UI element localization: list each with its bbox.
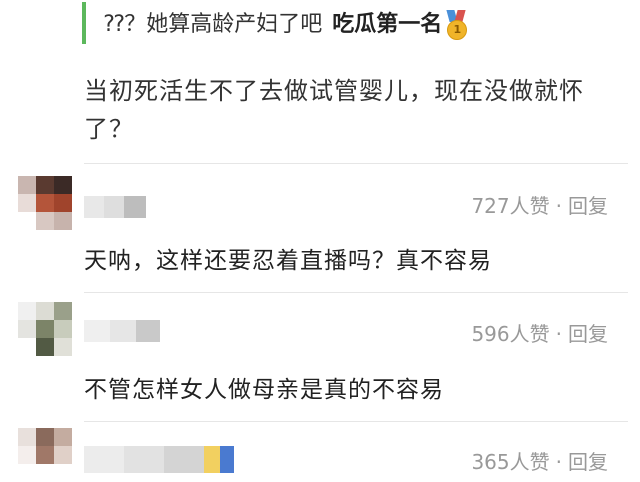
comment-meta: 727人赞 · 回复 [471, 190, 608, 219]
meta-separator: · [555, 450, 562, 474]
quote-text: ⁇？她算高龄产妇了吧 吃瓜第一名 1 [104, 10, 468, 40]
like-count[interactable]: 727人赞 [471, 194, 549, 218]
comment-text: 天呐，这样还要忍着直播吗？真不容易 [84, 248, 492, 274]
avatar[interactable] [18, 428, 72, 482]
reply-button[interactable]: 回复 [568, 450, 608, 474]
username-blurred[interactable] [84, 446, 234, 473]
like-count[interactable]: 596人赞 [471, 322, 549, 346]
comment-divider [84, 292, 628, 293]
comment-text: 不管怎样女人做母亲是真的不容易 [84, 377, 444, 403]
post-text: 当初死活生不了去做试管婴儿，现在没做就怀了？ [84, 77, 584, 143]
comment-divider [84, 163, 628, 164]
username-blurred[interactable] [84, 320, 160, 342]
username-blurred[interactable] [84, 196, 146, 218]
like-count[interactable]: 365人赞 [471, 450, 549, 474]
meta-separator: · [555, 322, 562, 346]
avatar[interactable] [18, 302, 72, 356]
reply-button[interactable]: 回复 [568, 322, 608, 346]
avatar[interactable] [18, 176, 72, 230]
comment-meta: 365人赞 · 回复 [471, 446, 608, 475]
quote-prefix: ⁇？她算高龄产妇了吧 [104, 12, 323, 37]
comment-divider [84, 421, 628, 422]
meta-separator: · [555, 194, 562, 218]
quote-accent-bar [82, 2, 86, 44]
gold-medal-icon: 1 [444, 10, 468, 40]
comment-meta: 596人赞 · 回复 [471, 318, 608, 347]
reply-button[interactable]: 回复 [568, 194, 608, 218]
quote-highlight: 吃瓜第一名 [332, 12, 443, 37]
